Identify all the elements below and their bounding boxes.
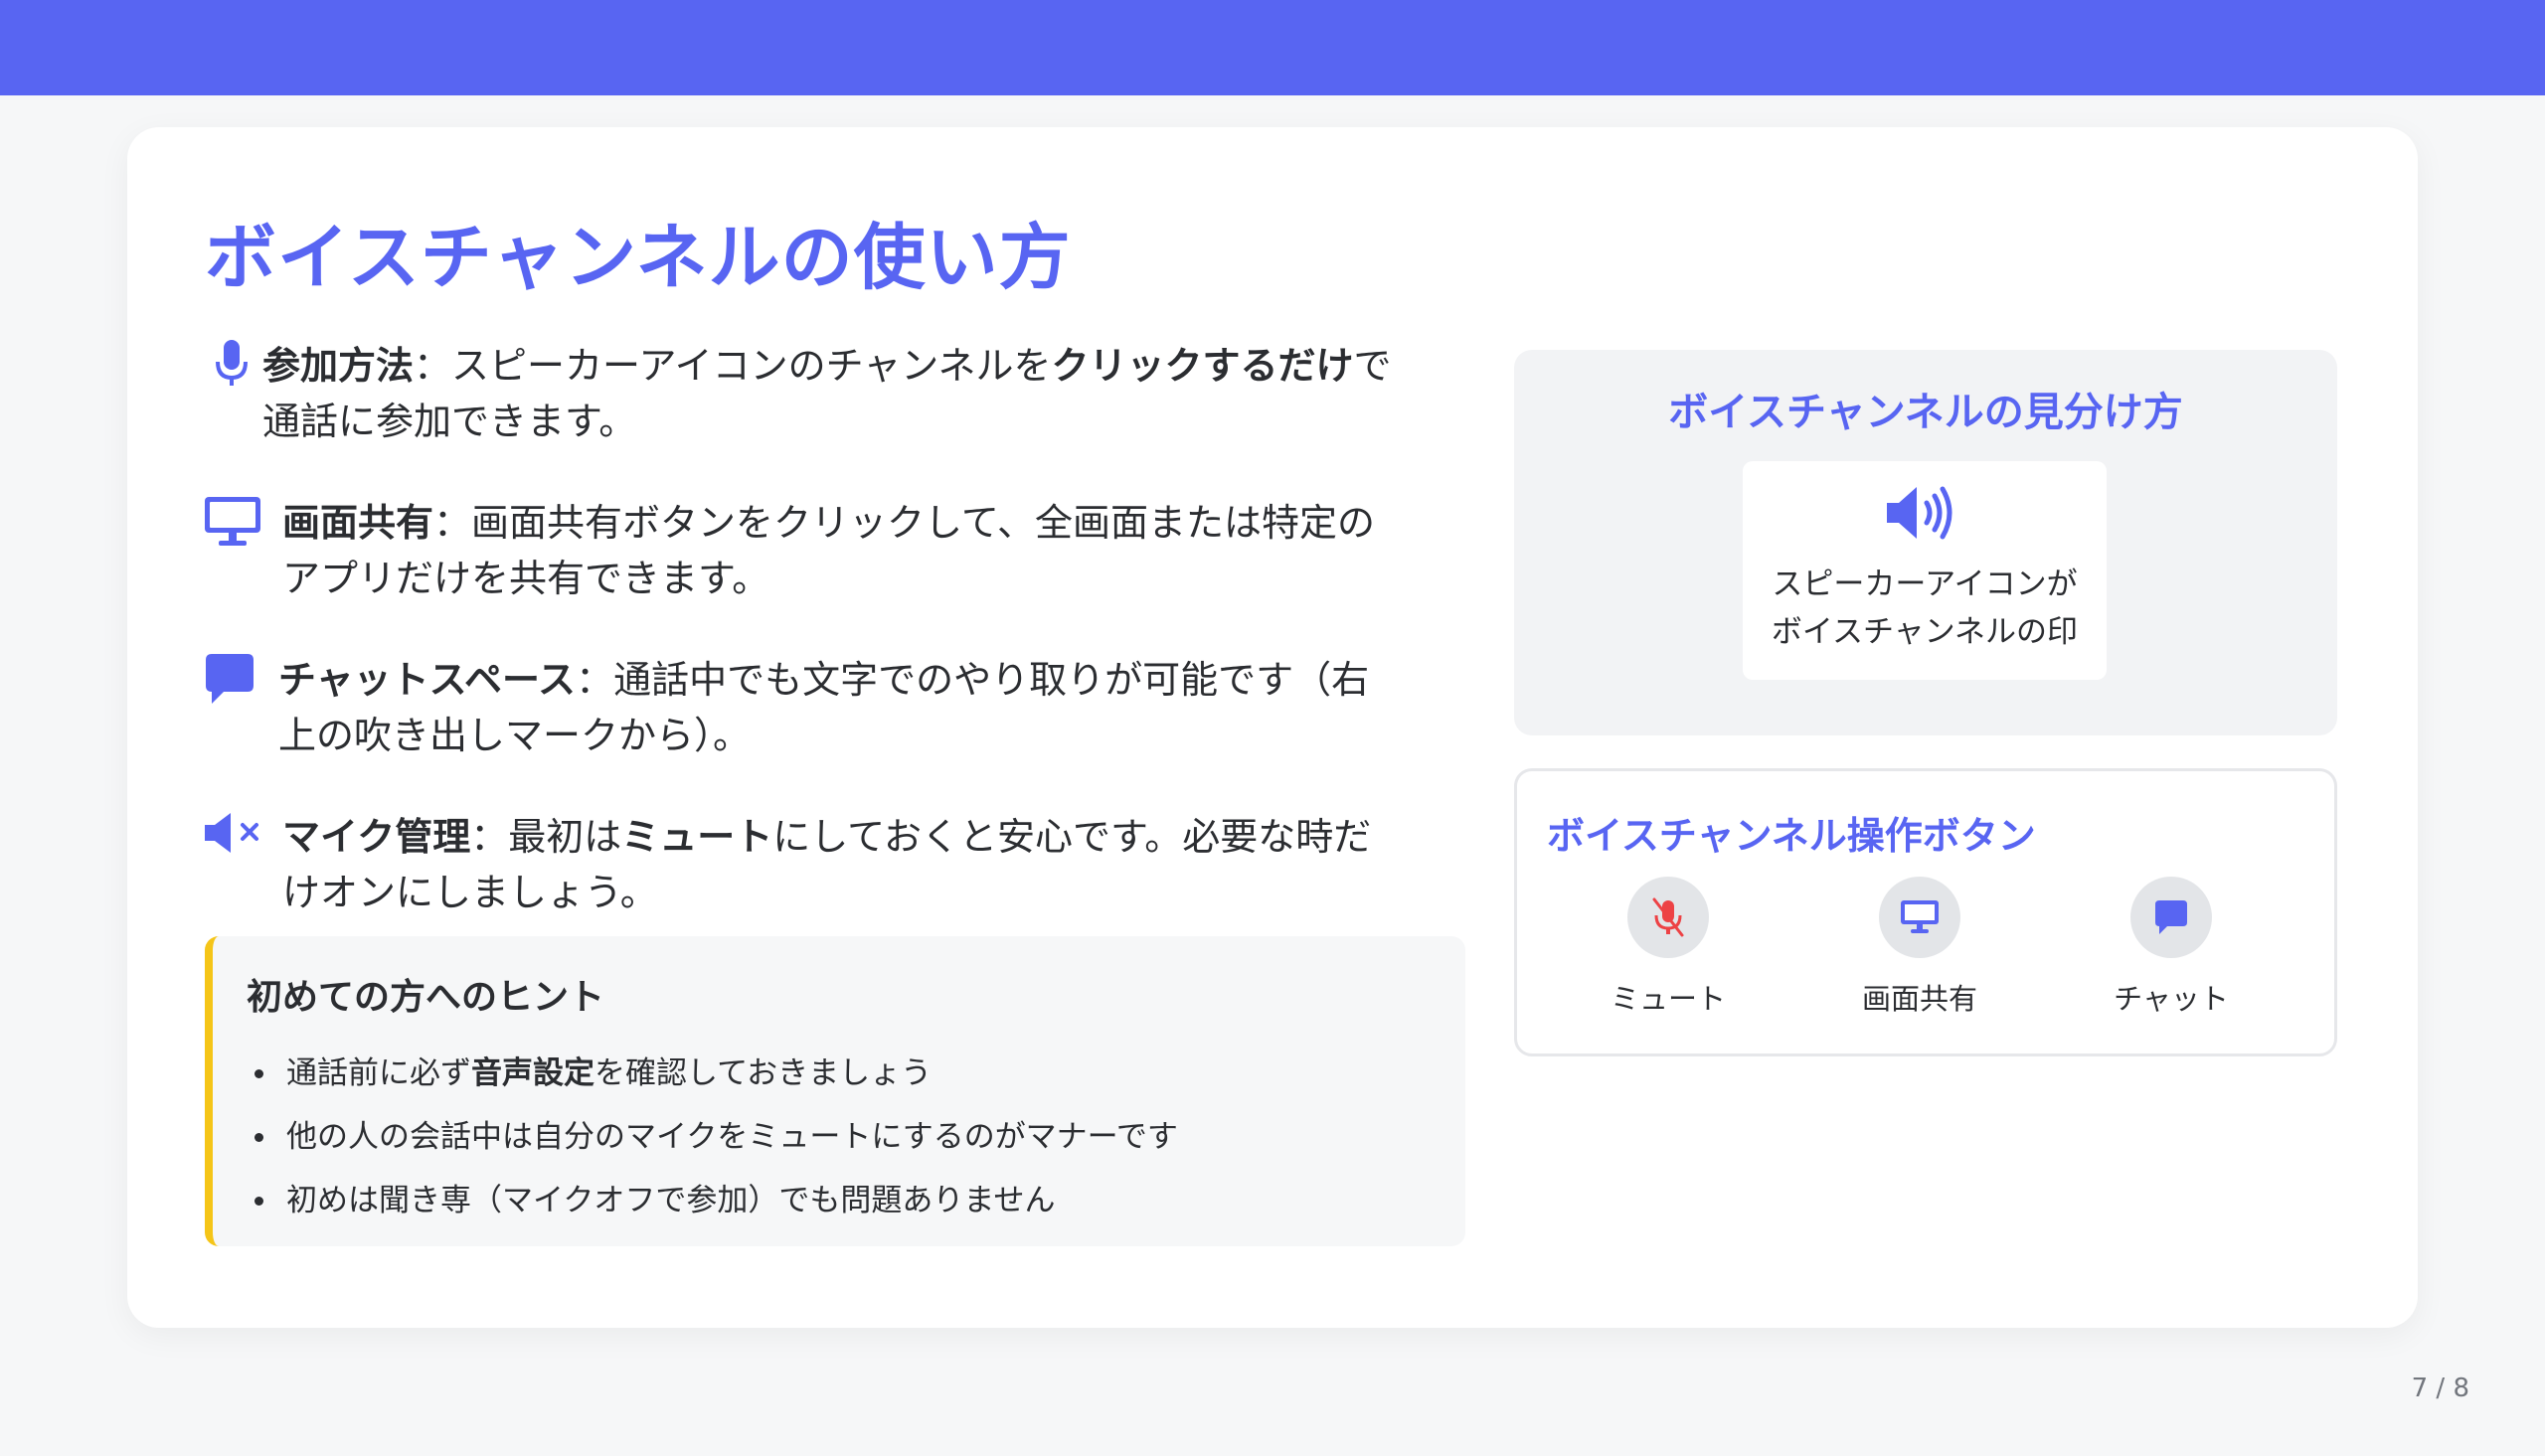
- controls-panel: ボイスチャンネル操作ボタン ミュート 画面共有 チャット: [1514, 768, 2337, 1056]
- hint-item: 通話前に必ず音声設定を確認しておきましょう: [247, 1042, 1465, 1105]
- controls-title: ボイスチャンネル操作ボタン: [1547, 814, 2036, 858]
- feature-screen-share: 画面共有：画面共有ボタンをクリックして、全画面または特定のアプリだけを共有できま…: [205, 495, 1398, 606]
- chat-bubble-icon: [2130, 877, 2212, 958]
- hint-list: 通話前に必ず音声設定を確認しておきましょう 他の人の会話中は自分のマイクをミュー…: [247, 1042, 1465, 1232]
- hint-item: 初めは聞き専（マイクオフで参加）でも問題ありません: [247, 1169, 1465, 1232]
- mute-button[interactable]: ミュート: [1569, 877, 1768, 1018]
- hint-text: 初めは聞き専（マイクオフで参加）でも問題ありません: [286, 1183, 1056, 1218]
- mute-label: ミュート: [1610, 982, 1726, 1016]
- separator: ：: [414, 344, 452, 388]
- identify-panel: ボイスチャンネルの見分け方 スピーカーアイコンが ボイスチャンネルの印: [1514, 350, 2337, 735]
- chat-label: チャット: [2114, 982, 2229, 1016]
- feature-emphasis: クリックするだけ: [1051, 344, 1354, 388]
- speaker-volume-icon: [1885, 483, 1964, 547]
- chat-button[interactable]: チャット: [2072, 877, 2271, 1018]
- monitor-icon: [1879, 877, 1960, 958]
- top-accent-bar: [0, 0, 2545, 95]
- feature-mic-control: マイク管理：最初はミュートにしておくと安心です。必要な時だけオンにしましょう。: [205, 809, 1398, 920]
- identify-card: スピーカーアイコンが ボイスチャンネルの印: [1743, 461, 2107, 680]
- feature-chat: チャットスペース：通話中でも文字でのやり取りが可能です（右上の吹き出しマークから…: [205, 652, 1398, 763]
- monitor-icon: [205, 497, 260, 551]
- feature-label: 参加方法: [262, 344, 415, 388]
- speaker-mute-icon: [205, 811, 262, 865]
- page-title: ボイスチャンネルの使い方: [205, 216, 1072, 299]
- feature-label: チャットスペース: [278, 658, 577, 702]
- separator: ：: [576, 658, 614, 702]
- feature-text: 最初は: [508, 815, 622, 859]
- separator: ：: [433, 501, 472, 545]
- separator: ：: [470, 815, 509, 859]
- hint-box: 初めての方へのヒント 通話前に必ず音声設定を確認しておきましょう 他の人の会話中…: [205, 936, 1465, 1246]
- hint-title: 初めての方へのヒント: [247, 977, 605, 1018]
- feature-label: 画面共有: [282, 501, 434, 545]
- hint-text: を確認しておきましょう: [594, 1055, 933, 1091]
- feature-text: スピーカーアイコンのチャンネルを: [451, 344, 1052, 388]
- identify-title: ボイスチャンネルの見分け方: [1668, 390, 2183, 435]
- page-number: 7 / 8: [2411, 1374, 2469, 1403]
- feature-label: マイク管理: [282, 815, 471, 859]
- mic-muted-icon: [1627, 877, 1709, 958]
- microphone-icon: [205, 340, 258, 394]
- screen-share-button[interactable]: 画面共有: [1820, 877, 2019, 1018]
- feature-join: 参加方法：スピーカーアイコンのチャンネルをクリックするだけで通話に参加できます。: [205, 338, 1398, 449]
- hint-text: 他の人の会話中は自分のマイクをミュートにするのがマナーです: [286, 1119, 1178, 1155]
- identify-caption: スピーカーアイコンが: [1772, 566, 2078, 602]
- hint-emphasis: 音声設定: [471, 1055, 594, 1091]
- identify-caption: ボイスチャンネルの印: [1771, 614, 2079, 650]
- screen-share-label: 画面共有: [1861, 982, 1977, 1016]
- chat-bubble-icon: [205, 654, 254, 708]
- hint-item: 他の人の会話中は自分のマイクをミュートにするのがマナーです: [247, 1105, 1465, 1169]
- feature-list: 参加方法：スピーカーアイコンのチャンネルをクリックするだけで通話に参加できます。…: [205, 338, 1398, 966]
- feature-emphasis: ミュート: [621, 815, 773, 859]
- slide-card: ボイスチャンネルの使い方 参加方法：スピーカーアイコンのチャンネルをクリックする…: [127, 127, 2418, 1328]
- hint-text: 通話前に必ず: [286, 1055, 471, 1091]
